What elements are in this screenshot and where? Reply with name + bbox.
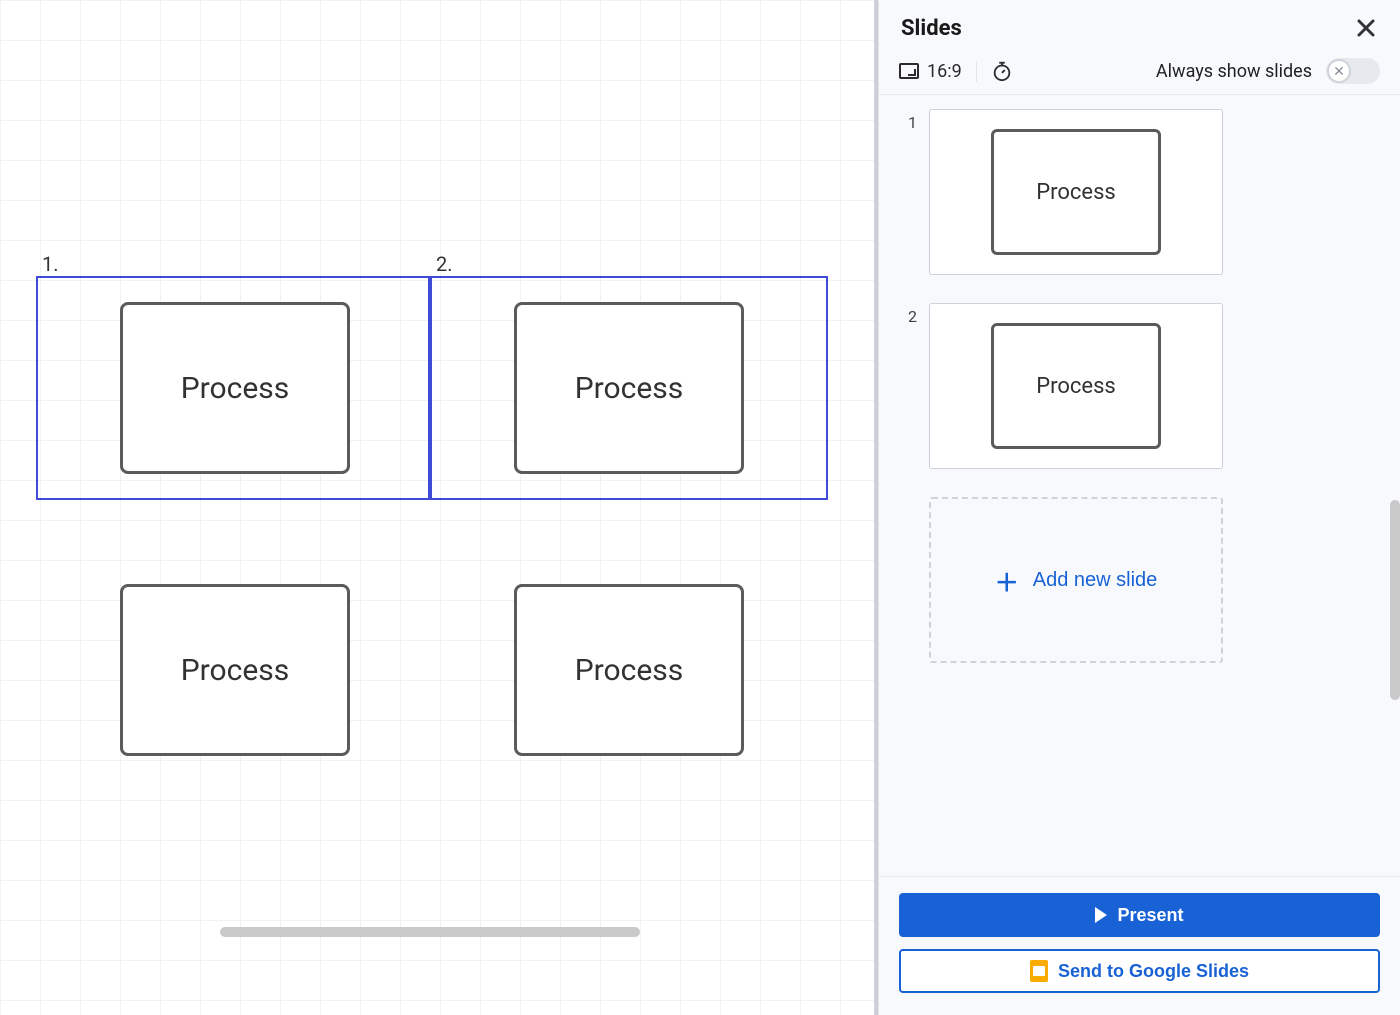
process-shape[interactable]: Process [514,584,744,756]
process-shape[interactable]: Process [120,584,350,756]
slide-thumbnail-row: 2 Process [901,303,1378,469]
shape-label: Process [575,371,684,406]
google-slides-label: Send to Google Slides [1058,961,1249,982]
stopwatch-icon [991,60,1013,82]
close-panel-button[interactable] [1352,14,1380,42]
process-shape[interactable]: Process [514,302,744,474]
panel-vertical-scrollbar[interactable] [1390,500,1400,700]
shape-label: Process [181,653,290,688]
slide-number: 2 [901,303,917,326]
always-show-slides-toggle[interactable]: ✕ [1326,58,1380,84]
slide-thumbnail-row: 1 Process [901,109,1378,275]
slide-frame-label: 2. [436,252,453,276]
thumbnail-process-shape: Process [991,323,1161,449]
send-to-google-slides-button[interactable]: Send to Google Slides [899,949,1380,993]
shape-label: Process [575,653,684,688]
play-icon [1095,907,1107,923]
present-label: Present [1117,905,1183,926]
slides-panel: Slides 16:9 Always show slides ✕ [878,0,1400,1015]
slide-thumbnail-list[interactable]: 1 Process 2 Process ＋ Add new slide [879,95,1400,876]
aspect-ratio-icon [899,63,919,79]
slide-number: 1 [901,109,917,132]
panel-toolbar: 16:9 Always show slides ✕ [879,52,1400,95]
close-icon [1356,18,1376,38]
add-slide-label: Add new slide [1033,569,1158,592]
panel-footer: Present Send to Google Slides [879,876,1400,1015]
shape-label: Process [181,371,290,406]
diagram-canvas[interactable]: 1. 2. Process Process Process Process [0,0,874,1015]
google-slides-icon [1030,960,1048,982]
always-show-slides-label: Always show slides [1156,61,1312,82]
slide-thumbnail[interactable]: Process [929,303,1223,469]
plus-icon: ＋ [995,563,1019,598]
panel-title: Slides [901,16,962,41]
present-button[interactable]: Present [899,893,1380,937]
aspect-ratio-value: 16:9 [927,61,962,82]
slide-thumbnail[interactable]: Process [929,109,1223,275]
thumbnail-shape-label: Process [1036,180,1116,205]
process-shape[interactable]: Process [120,302,350,474]
slide-timing-button[interactable] [991,60,1027,82]
add-new-slide-button[interactable]: ＋ Add new slide [929,497,1223,663]
thumbnail-shape-label: Process [1036,374,1116,399]
toggle-knob-off-icon: ✕ [1327,59,1351,83]
canvas-horizontal-scrollbar[interactable] [220,927,640,937]
aspect-ratio-button[interactable]: 16:9 [899,61,977,82]
thumbnail-process-shape: Process [991,129,1161,255]
slide-frame-label: 1. [42,252,59,276]
